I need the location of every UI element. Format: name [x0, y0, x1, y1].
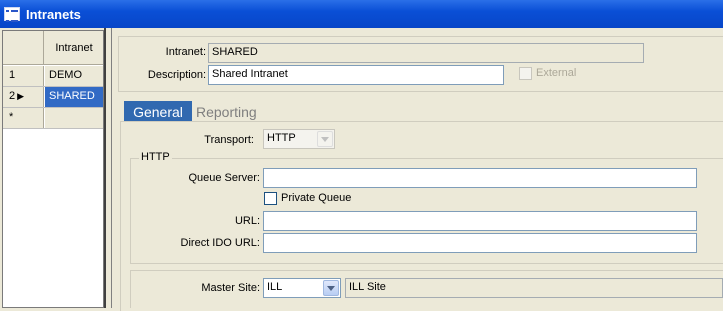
- tab-reporting[interactable]: Reporting: [196, 101, 257, 122]
- chevron-down-icon: [321, 136, 329, 142]
- url-field[interactable]: [263, 211, 697, 231]
- external-checkbox[interactable]: [519, 67, 532, 80]
- transport-value: HTTP: [267, 132, 296, 144]
- private-queue-checkbox[interactable]: [264, 192, 277, 205]
- row-number[interactable]: 2 ▶: [3, 87, 44, 107]
- master-site-dropdown-button[interactable]: [323, 280, 339, 296]
- tab-general[interactable]: General: [124, 101, 192, 122]
- queue-server-field[interactable]: [263, 168, 697, 188]
- grid-cell-intranet[interactable]: DEMO: [45, 66, 103, 86]
- window-title: Intranets: [26, 6, 81, 22]
- http-group-label: HTTP: [139, 151, 172, 163]
- description-field[interactable]: Shared Intranet: [208, 65, 504, 85]
- direct-ido-url-label: Direct IDO URL:: [180, 237, 260, 249]
- new-row-marker: *: [3, 108, 44, 128]
- splitter[interactable]: [104, 28, 112, 308]
- table-row[interactable]: 1 DEMO: [3, 66, 103, 87]
- master-site-value: ILL: [267, 281, 283, 293]
- transport-label: Transport:: [204, 134, 254, 146]
- new-row[interactable]: *: [3, 108, 103, 129]
- transport-dropdown-button[interactable]: [317, 131, 333, 147]
- table-row[interactable]: 2 ▶ SHARED: [3, 87, 103, 108]
- intranet-grid: Intranet 1 DEMO 2 ▶ SHARED *: [2, 30, 104, 308]
- url-label: URL:: [234, 215, 260, 227]
- current-row-pointer-icon: ▶: [17, 91, 25, 101]
- title-bar: Intranets: [0, 0, 723, 28]
- grid-cell-new[interactable]: [45, 108, 103, 128]
- grid-cell-intranet[interactable]: SHARED: [45, 87, 103, 107]
- chevron-down-icon: [327, 285, 335, 291]
- column-header-intranet[interactable]: Intranet: [45, 31, 103, 65]
- transport-select[interactable]: HTTP: [263, 129, 335, 149]
- external-label: External: [536, 67, 577, 79]
- row-number[interactable]: 1: [3, 66, 44, 86]
- queue-server-label: Queue Server:: [188, 172, 260, 184]
- form-icon: [4, 7, 20, 22]
- grid-header: Intranet: [3, 31, 103, 65]
- private-queue-label: Private Queue: [281, 192, 352, 204]
- master-site-label: Master Site:: [201, 282, 260, 294]
- intranet-label: Intranet:: [165, 46, 206, 58]
- master-site-description: ILL Site: [345, 278, 723, 298]
- direct-ido-url-field[interactable]: [263, 233, 697, 253]
- grid-corner[interactable]: [3, 31, 44, 65]
- master-site-select[interactable]: ILL: [263, 278, 341, 298]
- description-label: Description:: [147, 69, 206, 81]
- intranet-field[interactable]: SHARED: [208, 43, 644, 63]
